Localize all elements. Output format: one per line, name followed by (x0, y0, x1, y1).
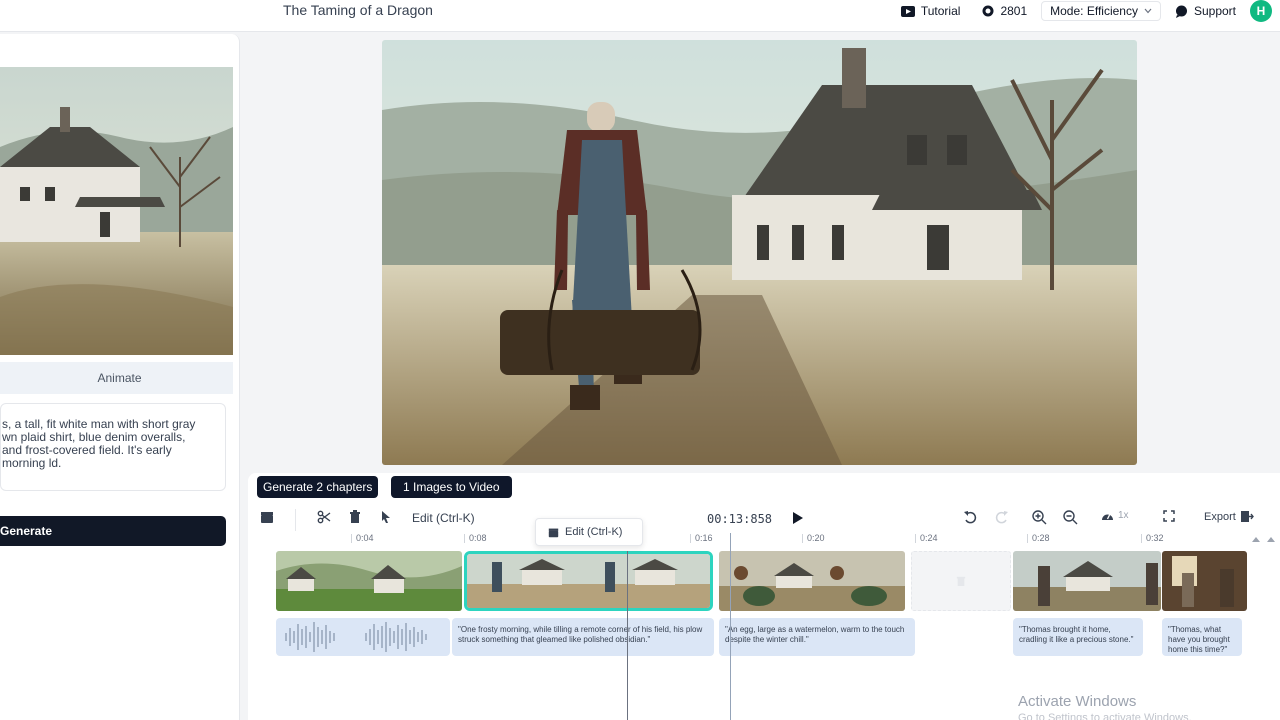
subtitle-block[interactable]: "Thomas brought it home, cradling it lik… (1013, 618, 1143, 656)
generate-chapters-button[interactable]: Generate 2 chapters (257, 476, 379, 498)
toolbar-divider (295, 509, 296, 531)
export-label: Export (1204, 510, 1236, 523)
tab-animate[interactable]: Animate (6, 364, 233, 392)
hover-line (730, 533, 731, 720)
scene-thumbnail[interactable] (0, 67, 233, 355)
images-to-video-button[interactable]: 1 Images to Video (391, 476, 512, 498)
timeline-toolbar: Edit (Ctrl-K) 00:13:858 1x Export (248, 507, 1280, 531)
mode-tabs: Animate (0, 362, 233, 394)
time-ruler[interactable]: 0:04 0:08 0:16 0:20 0:24 0:28 0:32 (276, 533, 1276, 545)
timecode-display: 00:13:858 (707, 512, 773, 526)
top-right-controls: Tutorial 2801 Mode: Efficiency Support H (893, 0, 1272, 22)
subtitle-block[interactable]: "An egg, large as a watermelon, warm to … (719, 618, 915, 656)
timeline-clip-selected[interactable] (464, 551, 713, 611)
chevron-down-icon (1144, 8, 1152, 14)
credits-indicator[interactable]: 2801 (974, 1, 1035, 21)
clapperboard-icon (548, 528, 559, 537)
mode-dropdown[interactable]: Mode: Efficiency (1041, 1, 1161, 21)
video-preview[interactable] (382, 40, 1137, 465)
scroll-up-icon[interactable] (1252, 536, 1260, 542)
speed-control[interactable]: 1x (1101, 510, 1129, 521)
edit-mode-label[interactable]: Edit (Ctrl-K) (412, 511, 475, 525)
edit-tooltip: Edit (Ctrl-K) (535, 518, 643, 546)
coin-icon (982, 5, 994, 17)
clip-thumbnail (467, 554, 710, 608)
ruler-tick: 0:08 (464, 533, 487, 543)
ruler-tick: 0:32 (1141, 533, 1164, 543)
speedometer-icon (1102, 513, 1113, 520)
generate-button[interactable]: Generate (0, 516, 226, 546)
zoom-out-icon[interactable] (1063, 510, 1078, 525)
chat-bubble-icon (1175, 5, 1187, 18)
clip-thumbnail (1162, 551, 1247, 611)
youtube-icon (900, 5, 915, 17)
mode-label: Mode: Efficiency (1050, 4, 1138, 18)
fullscreen-icon[interactable] (1163, 510, 1175, 522)
ruler-tick: 0:04 (351, 533, 374, 543)
project-title[interactable]: The Taming of a Dragon (283, 2, 433, 18)
clip-thumbnail (276, 551, 462, 611)
top-bar: The Taming of a Dragon Tutorial 2801 Mod… (0, 0, 1280, 32)
waveform-graphic (285, 622, 427, 652)
clip-thumbnail (719, 551, 905, 611)
clip-thumbnail (1013, 551, 1161, 611)
ruler-tick: 0:24 (915, 533, 938, 543)
export-button[interactable]: Export (1204, 510, 1254, 523)
subtitle-block[interactable]: "One frosty morning, while tilling a rem… (452, 618, 714, 656)
prompt-text: s, a tall, fit white man with short gray… (2, 417, 196, 470)
avatar[interactable]: H (1250, 0, 1272, 22)
farmhouse-image (0, 67, 233, 355)
timeline-clip[interactable] (1013, 551, 1161, 611)
audio-waveform[interactable] (276, 618, 450, 656)
ruler-tick: 0:28 (1027, 533, 1050, 543)
farmer-scene-image (382, 40, 1137, 465)
trash-icon[interactable] (349, 510, 361, 524)
subtitle-block[interactable]: "Thomas, what have you brought home this… (1162, 618, 1242, 656)
playhead-marker[interactable] (627, 551, 628, 720)
cursor-icon[interactable] (381, 510, 391, 524)
timeline-panel: Generate 2 chapters 1 Images to Video Ed… (248, 473, 1280, 720)
ruler-tick: 0:20 (802, 533, 825, 543)
support-label: Support (1193, 4, 1236, 18)
timeline-clip-empty[interactable] (911, 551, 1011, 611)
timeline-clip[interactable] (276, 551, 462, 611)
tooltip-label: Edit (Ctrl-K) (565, 526, 623, 538)
scissors-icon[interactable] (317, 510, 331, 524)
timeline-clip[interactable] (1162, 551, 1247, 611)
trash-icon[interactable] (956, 575, 966, 587)
scroll-up-icon[interactable] (1267, 536, 1275, 542)
timeline-clip[interactable] (719, 551, 905, 611)
support-button[interactable]: Support (1167, 1, 1244, 21)
activate-windows-title: Activate Windows (1018, 693, 1137, 710)
tutorial-label: Tutorial (920, 4, 961, 18)
credits-count: 2801 (1000, 4, 1028, 18)
zoom-in-icon[interactable] (1032, 510, 1047, 525)
clapperboard-icon[interactable] (260, 510, 274, 524)
prompt-textarea[interactable]: s, a tall, fit white man with short gray… (0, 403, 226, 491)
export-icon (1240, 511, 1254, 522)
tutorial-button[interactable]: Tutorial (893, 1, 969, 21)
redo-icon[interactable] (995, 510, 1009, 524)
speed-label: 1x (1118, 510, 1129, 521)
play-icon[interactable] (792, 511, 804, 525)
activate-windows-subtitle: Go to Settings to activate Windows. (1018, 712, 1192, 720)
ruler-tick: 0:16 (690, 533, 713, 543)
undo-icon[interactable] (963, 510, 977, 524)
left-panel: Animate s, a tall, fit white man with sh… (0, 34, 240, 720)
